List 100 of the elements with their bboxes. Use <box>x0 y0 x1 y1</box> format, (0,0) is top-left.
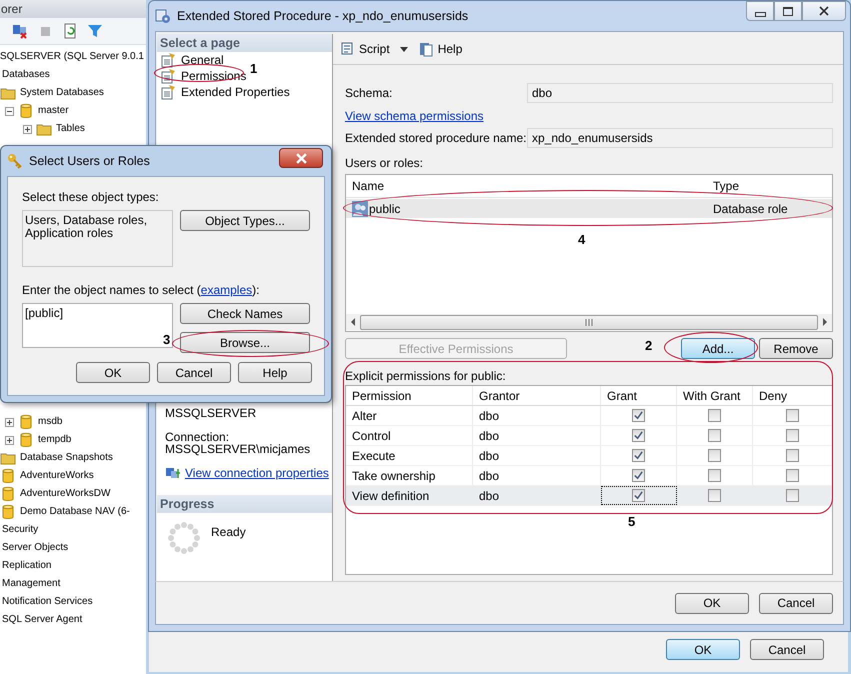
refresh-icon[interactable] <box>62 23 78 39</box>
toolbar-button[interactable]: Help <box>418 41 462 57</box>
tree-item[interactable]: Demo Database NAV (6- <box>20 504 130 520</box>
dialog-button[interactable]: Add... <box>681 338 755 359</box>
tree-item[interactable]: msdb <box>38 414 62 430</box>
checkbox[interactable] <box>708 449 721 462</box>
schema-link[interactable]: View schema permissions <box>345 109 484 123</box>
page-link[interactable]: General <box>181 53 224 67</box>
annotation-number: 3 <box>163 333 170 347</box>
column-header[interactable]: Type <box>713 179 740 193</box>
window-title: Extended Stored Procedure - xp_ndo_enumusersids <box>177 9 468 23</box>
dialog-button[interactable]: Cancel <box>750 639 824 660</box>
page-link[interactable]: Extended Properties <box>181 85 290 99</box>
arrow-right-icon[interactable] <box>822 318 828 326</box>
dialog-button[interactable]: Remove <box>759 338 833 359</box>
dialog-button[interactable]: Help <box>238 362 312 383</box>
checkbox[interactable] <box>708 429 721 442</box>
expander-icon[interactable] <box>23 124 32 134</box>
dialog-button[interactable]: Object Types... <box>180 210 310 231</box>
section-header: Select a page <box>157 34 332 52</box>
database-icon <box>0 504 16 520</box>
checkbox[interactable] <box>708 489 721 502</box>
expander-icon[interactable] <box>5 106 14 116</box>
tree-item[interactable]: Database Snapshots <box>20 450 113 466</box>
status-text: Ready <box>211 525 246 539</box>
table-cell: Execute <box>346 446 473 465</box>
tree-item[interactable]: Management <box>2 576 60 592</box>
tree-item[interactable]: AdventureWorks <box>20 468 94 484</box>
connect-icon[interactable] <box>12 23 28 39</box>
dialog-button[interactable]: OK <box>666 639 740 660</box>
checkbox[interactable] <box>786 409 799 422</box>
expander-icon[interactable] <box>5 436 14 444</box>
spinner-icon <box>167 521 201 555</box>
checkbox[interactable] <box>632 469 645 482</box>
section-header: Progress <box>157 495 332 513</box>
tree-item[interactable]: master <box>38 103 69 119</box>
minimize-button[interactable] <box>746 1 774 21</box>
arrow-left-icon[interactable] <box>350 318 356 326</box>
filter-icon[interactable] <box>87 23 103 39</box>
tree-item[interactable]: Notification Services <box>2 594 93 610</box>
tree-item[interactable]: SQL Server Agent <box>2 612 82 628</box>
key-icon <box>7 153 23 169</box>
checkbox[interactable] <box>632 449 645 462</box>
database-icon <box>18 432 34 448</box>
checkbox[interactable] <box>786 429 799 442</box>
tree-item[interactable]: System Databases <box>20 85 104 101</box>
schema-field[interactable]: dbo <box>527 83 833 103</box>
caret-icon[interactable] <box>400 46 408 52</box>
tree-item[interactable]: Server Objects <box>2 540 68 556</box>
field-label: Select these object types: <box>22 190 160 204</box>
close-button[interactable] <box>802 1 846 21</box>
tree-item[interactable]: tempdb <box>38 432 72 448</box>
checkbox[interactable] <box>632 489 645 502</box>
checkbox[interactable] <box>632 409 645 422</box>
column-header[interactable]: Grantor <box>479 388 520 402</box>
checkbox[interactable] <box>786 469 799 482</box>
column-header[interactable]: Name <box>352 179 384 193</box>
dialog-button[interactable]: Check Names <box>180 303 310 324</box>
table-cell: dbo <box>473 486 601 505</box>
checkbox[interactable] <box>632 429 645 442</box>
table-cell: Take ownership <box>346 466 473 485</box>
column-header[interactable]: With Grant <box>683 388 740 402</box>
tree-item[interactable]: AdventureWorksDW <box>20 486 110 502</box>
checkbox[interactable] <box>786 449 799 462</box>
tree-item[interactable]: Security <box>2 522 38 538</box>
users-icon <box>352 200 368 216</box>
tree-item[interactable]: SQLSERVER (SQL Server 9.0.1 <box>0 49 144 65</box>
examples-link[interactable]: examples <box>200 283 252 297</box>
field-label: Schema: <box>345 86 394 100</box>
column-header[interactable]: Grant <box>607 388 638 402</box>
toolbar-button[interactable]: Script <box>339 41 390 57</box>
gear-icon <box>155 8 171 24</box>
tree-item[interactable]: Tables <box>56 121 85 137</box>
dialog-button[interactable]: Cancel <box>759 592 833 614</box>
dialog-button[interactable]: Browse... <box>180 332 310 353</box>
table-cell: dbo <box>473 406 601 425</box>
maximize-button[interactable] <box>774 1 802 21</box>
expander-icon[interactable] <box>5 418 14 426</box>
dialog-button[interactable]: OK <box>675 592 749 614</box>
checkbox[interactable] <box>786 489 799 502</box>
name-field[interactable]: xp_ndo_enumusersids <box>527 128 833 148</box>
window-title: Select Users or Roles <box>29 154 150 168</box>
tree-item[interactable]: Replication <box>2 558 52 574</box>
checkbox[interactable] <box>708 469 721 482</box>
grip-icon <box>584 318 594 326</box>
object-types-field: Users, Database roles, Application roles <box>22 210 173 267</box>
dialog-button[interactable]: OK <box>76 362 150 383</box>
connection-link[interactable]: View connection properties <box>185 466 329 480</box>
role-name: public <box>369 202 400 216</box>
dialog-button[interactable]: Cancel <box>157 362 231 383</box>
horizontal-scrollbar[interactable] <box>346 314 832 330</box>
checkbox[interactable] <box>708 409 721 422</box>
connection-name: MSSQLSERVER\micjames <box>165 443 312 455</box>
annotation-number: 5 <box>628 515 636 529</box>
close-button[interactable] <box>279 148 323 168</box>
column-header[interactable]: Deny <box>759 388 788 402</box>
list-row[interactable]: public Database role <box>346 199 832 218</box>
column-header[interactable]: Permission <box>352 388 412 402</box>
close-icon <box>819 6 829 16</box>
tree-item[interactable]: Databases <box>2 67 50 83</box>
